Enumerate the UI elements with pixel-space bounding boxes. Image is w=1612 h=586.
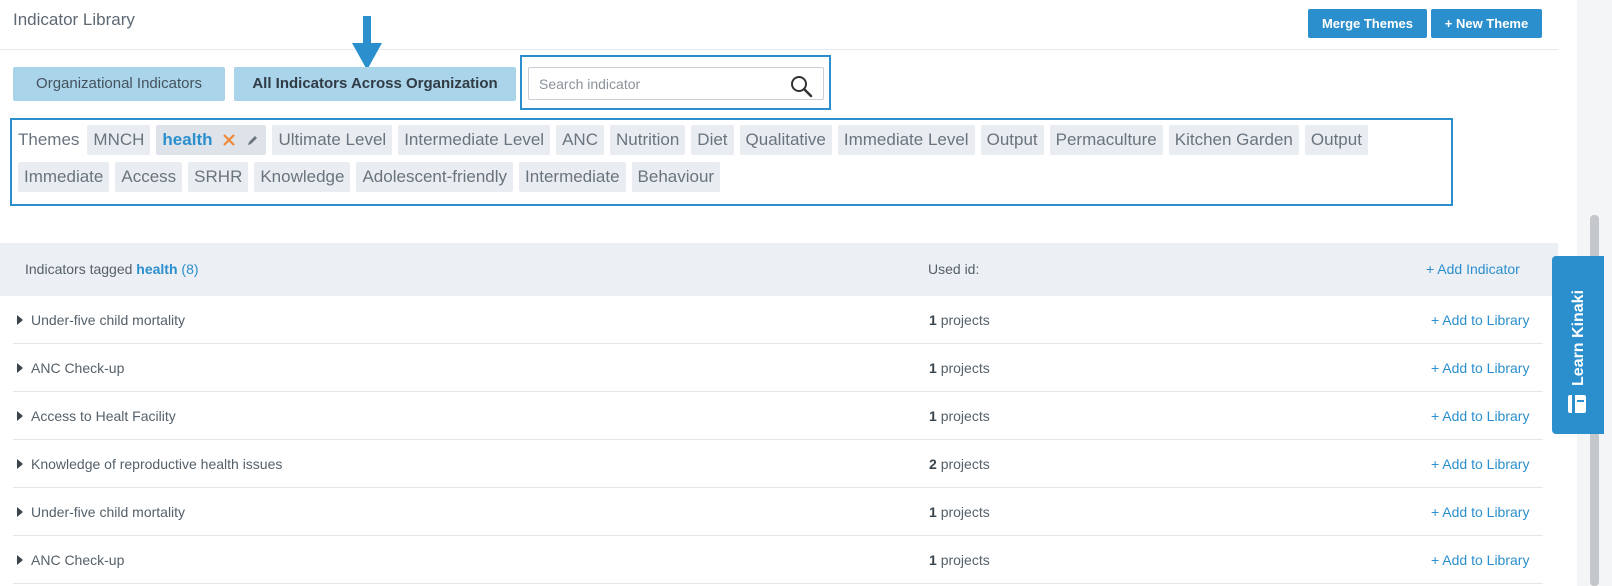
project-count-number: 1 (929, 552, 937, 568)
table-row[interactable]: Access to Healt Facility 1 projects + Add … (13, 392, 1543, 440)
theme-tag[interactable]: Behaviour (631, 162, 721, 192)
theme-tag[interactable]: Intermediate Level (398, 125, 551, 155)
search-box (528, 67, 824, 100)
table-row[interactable]: Knowledge of reproductive health issues 2… (13, 440, 1543, 488)
add-to-library-link[interactable]: + Add to Library (1431, 360, 1529, 376)
active-tag-name: health (136, 261, 178, 277)
project-count-unit: projects (940, 552, 990, 568)
theme-tag[interactable]: Knowledge (254, 162, 351, 192)
table-row[interactable]: Under-five child mortality 1 projects + Ad… (13, 488, 1543, 536)
theme-tag[interactable]: Immediate Level (837, 125, 975, 155)
indicator-name[interactable]: ANC Check-up (31, 552, 124, 568)
caret-right-icon[interactable] (17, 507, 23, 517)
theme-tag[interactable]: Immediate (18, 162, 110, 192)
add-to-library-link[interactable]: + Add to Library (1431, 312, 1529, 328)
pencil-icon[interactable] (246, 133, 260, 147)
theme-tag[interactable]: Output (980, 125, 1044, 155)
theme-tag[interactable]: Adolescent-friendly (356, 162, 514, 192)
theme-tag[interactable]: Intermediate (519, 162, 626, 192)
new-theme-button[interactable]: + New Theme (1431, 9, 1542, 38)
theme-tag[interactable]: Kitchen Garden (1168, 125, 1299, 155)
arrow-down-icon (352, 16, 382, 70)
theme-tag[interactable]: SRHR (188, 162, 249, 192)
used-column-header: Used id: (928, 261, 980, 277)
caret-right-icon[interactable] (17, 315, 23, 325)
project-count: 2 projects (929, 456, 990, 472)
theme-tag[interactable]: Permaculture (1049, 125, 1163, 155)
organizational-indicators-button[interactable]: Organizational Indicators (13, 67, 225, 101)
theme-tag[interactable]: Diet (691, 125, 734, 155)
theme-tag[interactable]: Output (1304, 125, 1368, 155)
search-input[interactable] (539, 68, 779, 99)
themes-row: Immediate Access SRHR Knowledge Adolescent-f… (18, 162, 721, 192)
theme-tag[interactable]: MNCH (87, 125, 151, 155)
theme-tag[interactable]: Ultimate Level (272, 125, 393, 155)
learn-kinaki-label[interactable]: Learn Kinaki (1562, 290, 1592, 390)
table-row[interactable]: Under-five child mortality 1 projects + Ad… (13, 296, 1543, 344)
caret-right-icon[interactable] (17, 555, 23, 565)
all-indicators-button[interactable]: All Indicators Across Organization (234, 67, 516, 101)
indicator-name[interactable]: Access to Healt Facility (31, 408, 176, 424)
add-indicator-link[interactable]: + Add Indicator (1426, 261, 1520, 277)
svg-text:Learn Kinaki: Learn Kinaki (1570, 290, 1587, 386)
project-count-number: 1 (929, 312, 937, 328)
book-icon (1568, 395, 1586, 413)
theme-tag[interactable]: Access (115, 162, 183, 192)
project-count: 1 projects (929, 360, 990, 376)
indicator-name[interactable]: Under-five child mortality (31, 504, 185, 520)
close-icon[interactable] (222, 133, 236, 147)
project-count-unit: projects (940, 360, 990, 376)
add-to-library-link[interactable]: + Add to Library (1431, 552, 1529, 568)
theme-tag[interactable]: Qualitative (739, 125, 832, 155)
table-title: Indicators tagged health (8) (25, 261, 199, 277)
indicator-name[interactable]: ANC Check-up (31, 360, 124, 376)
table-title-prefix: Indicators tagged (25, 261, 137, 277)
indicator-name[interactable]: Knowledge of reproductive health issues (31, 456, 282, 472)
add-to-library-link[interactable]: + Add to Library (1431, 504, 1529, 520)
add-to-library-link[interactable]: + Add to Library (1431, 456, 1529, 472)
project-count-unit: projects (940, 456, 990, 472)
table-row[interactable]: ANC Check-up 1 projects + Add to Library (13, 536, 1543, 584)
indicator-name[interactable]: Under-five child mortality (31, 312, 185, 328)
project-count-number: 1 (929, 360, 937, 376)
project-count-unit: projects (940, 408, 990, 424)
caret-right-icon[interactable] (17, 459, 23, 469)
page-title: Indicator Library (13, 10, 135, 29)
caret-right-icon[interactable] (17, 363, 23, 373)
project-count-number: 1 (929, 504, 937, 520)
search-icon[interactable] (789, 74, 813, 98)
project-count-unit: projects (940, 312, 990, 328)
themes-panel: Themes MNCH health Ultimate Level Intermedi… (10, 118, 1453, 206)
page-header: Indicator Library Merge Themes + New The… (0, 0, 1558, 50)
table-header: Indicators tagged health (8) Used id: + … (0, 243, 1558, 296)
project-count: 1 projects (929, 408, 990, 424)
caret-right-icon[interactable] (17, 411, 23, 421)
project-count: 1 projects (929, 312, 990, 328)
search-highlight-frame (520, 55, 831, 110)
themes-label: Themes (18, 130, 80, 149)
table-row[interactable]: ANC Check-up 1 projects + Add to Library (13, 344, 1543, 392)
project-count: 1 projects (929, 552, 990, 568)
project-count-unit: projects (940, 504, 990, 520)
theme-tag[interactable]: health (156, 125, 267, 155)
theme-tag-label: health (162, 130, 213, 149)
add-to-library-link[interactable]: + Add to Library (1431, 408, 1529, 424)
theme-tag[interactable]: ANC (556, 125, 604, 155)
project-count: 1 projects (929, 504, 990, 520)
indicator-count: (8) (181, 261, 199, 277)
project-count-number: 2 (929, 456, 937, 472)
theme-tag[interactable]: Nutrition (609, 125, 686, 155)
merge-themes-button[interactable]: Merge Themes (1308, 9, 1427, 38)
themes-row: Themes MNCH health Ultimate Level Intermedi… (18, 125, 1368, 155)
project-count-number: 1 (929, 408, 937, 424)
